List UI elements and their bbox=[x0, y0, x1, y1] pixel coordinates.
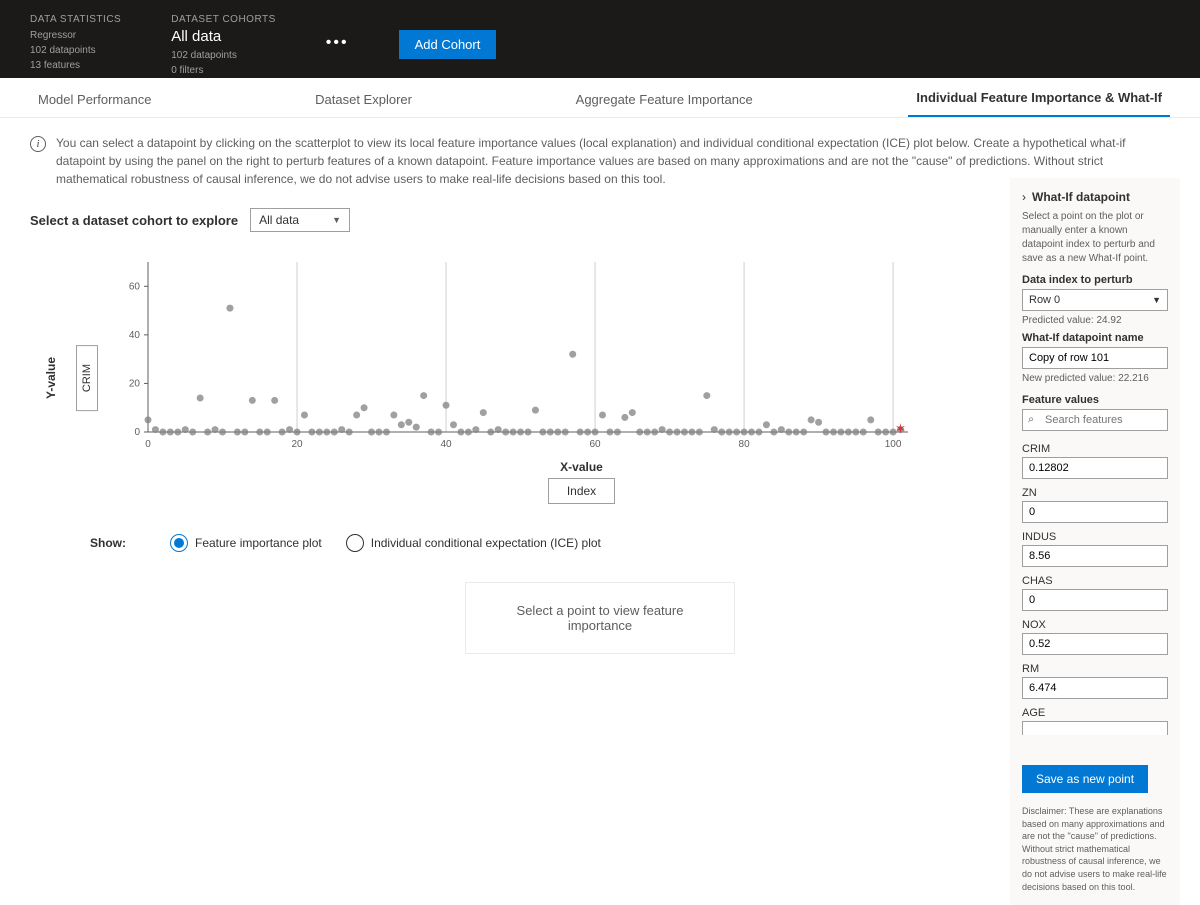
y-axis-selector[interactable]: CRIM bbox=[76, 345, 98, 411]
whatif-desc: Select a point on the plot or manually e… bbox=[1022, 210, 1168, 266]
svg-text:80: 80 bbox=[739, 439, 751, 450]
feature-input-age[interactable] bbox=[1022, 721, 1168, 735]
feature-label: RM bbox=[1022, 663, 1168, 675]
cohorts-line: 0 filters bbox=[171, 63, 276, 78]
cohorts-line: 102 datapoints bbox=[171, 48, 276, 63]
svg-text:20: 20 bbox=[129, 378, 141, 389]
chevron-down-icon: ▼ bbox=[1152, 295, 1161, 305]
show-row: Show: Feature importance plot Individual… bbox=[90, 534, 1170, 552]
y-axis-label: Y-value bbox=[44, 357, 58, 399]
radio-label: Feature importance plot bbox=[195, 536, 322, 550]
feature-input-zn[interactable] bbox=[1022, 501, 1168, 523]
add-cohort-button[interactable]: Add Cohort bbox=[399, 30, 497, 59]
search-icon: ⌕ bbox=[1028, 414, 1034, 427]
radio-circle-icon bbox=[346, 534, 364, 552]
stats-line: 102 datapoints bbox=[30, 43, 121, 58]
feature-list: CRIM ZN INDUS CHAS NOX RM AGE bbox=[1022, 435, 1168, 735]
feature-input-nox[interactable] bbox=[1022, 633, 1168, 655]
cohorts-main: All data bbox=[171, 28, 276, 45]
feature-search-input[interactable] bbox=[1022, 409, 1168, 431]
svg-text:40: 40 bbox=[129, 330, 141, 341]
feature-label: CRIM bbox=[1022, 443, 1168, 455]
feature-input-rm[interactable] bbox=[1022, 677, 1168, 699]
feature-label: INDUS bbox=[1022, 531, 1168, 543]
index-dropdown[interactable]: Row 0 ▼ bbox=[1022, 289, 1168, 311]
cohort-select-dropdown[interactable]: All data ▼ bbox=[250, 208, 350, 232]
plot-area: Y-value CRIM 0 20 40 60 80 100 0 20 40 60 ✶ X-valu… bbox=[30, 252, 1170, 504]
whatif-panel-toggle[interactable]: › What-If datapoint bbox=[1022, 190, 1168, 204]
tab-individual-importance[interactable]: Individual Feature Importance & What-If bbox=[908, 90, 1170, 117]
placeholder-message: Select a point to view feature importanc… bbox=[465, 582, 735, 654]
feature-input-indus[interactable] bbox=[1022, 545, 1168, 567]
svg-text:0: 0 bbox=[134, 427, 140, 438]
show-label: Show: bbox=[90, 536, 126, 550]
feature-label: CHAS bbox=[1022, 575, 1168, 587]
feature-label: AGE bbox=[1022, 707, 1168, 719]
name-label: What-If datapoint name bbox=[1022, 332, 1168, 344]
radio-label: Individual conditional expectation (ICE)… bbox=[371, 536, 601, 550]
header-bar: DATA STATISTICS Regressor 102 datapoints… bbox=[0, 0, 1200, 78]
svg-text:20: 20 bbox=[291, 439, 303, 450]
cohort-select-value: All data bbox=[259, 213, 299, 227]
info-text: You can select a datapoint by clicking o… bbox=[56, 134, 1170, 188]
svg-text:✶: ✶ bbox=[895, 421, 907, 437]
new-predicted-value-line: New predicted value: 22.216 bbox=[1022, 373, 1168, 384]
info-icon: i bbox=[30, 136, 46, 152]
svg-text:60: 60 bbox=[590, 439, 602, 450]
svg-text:0: 0 bbox=[145, 439, 151, 450]
scatter-chart[interactable]: 0 20 40 60 80 100 0 20 40 60 ✶ bbox=[118, 252, 1045, 452]
stats-line: Regressor bbox=[30, 28, 121, 43]
stats-line: 13 features bbox=[30, 58, 121, 73]
feature-input-crim[interactable] bbox=[1022, 457, 1168, 479]
save-as-new-point-button[interactable]: Save as new point bbox=[1022, 765, 1148, 793]
radio-ice-plot[interactable]: Individual conditional expectation (ICE)… bbox=[346, 534, 601, 552]
radio-feature-importance[interactable]: Feature importance plot bbox=[170, 534, 322, 552]
info-row: i You can select a datapoint by clicking… bbox=[30, 134, 1170, 188]
x-axis-label: X-value bbox=[118, 460, 1045, 474]
index-label: Data index to perturb bbox=[1022, 274, 1168, 286]
svg-text:40: 40 bbox=[441, 439, 453, 450]
predicted-value-line: Predicted value: 24.92 bbox=[1022, 315, 1168, 326]
cohort-select-label: Select a dataset cohort to explore bbox=[30, 213, 238, 228]
whatif-title: What-If datapoint bbox=[1032, 190, 1130, 204]
feature-label: ZN bbox=[1022, 487, 1168, 499]
dataset-cohorts: DATASET COHORTS All data 102 datapoints … bbox=[171, 14, 276, 78]
radio-circle-icon bbox=[170, 534, 188, 552]
cohorts-title: DATASET COHORTS bbox=[171, 14, 276, 25]
feature-input-chas[interactable] bbox=[1022, 589, 1168, 611]
feature-label: NOX bbox=[1022, 619, 1168, 631]
tab-model-performance[interactable]: Model Performance bbox=[30, 92, 159, 117]
svg-text:100: 100 bbox=[885, 439, 902, 450]
tab-bar: Model Performance Dataset Explorer Aggre… bbox=[0, 78, 1200, 118]
x-axis-selector[interactable]: Index bbox=[548, 478, 615, 504]
index-value: Row 0 bbox=[1029, 294, 1060, 306]
stats-title: DATA STATISTICS bbox=[30, 14, 121, 25]
cohort-select-row: Select a dataset cohort to explore All d… bbox=[30, 208, 1170, 232]
whatif-panel: › What-If datapoint Select a point on th… bbox=[1010, 178, 1180, 905]
whatif-name-input[interactable] bbox=[1022, 347, 1168, 369]
chevron-down-icon: ▼ bbox=[332, 215, 341, 225]
tab-aggregate-importance[interactable]: Aggregate Feature Importance bbox=[568, 92, 761, 117]
data-statistics: DATA STATISTICS Regressor 102 datapoints… bbox=[30, 14, 121, 73]
feature-values-label: Feature values bbox=[1022, 394, 1168, 406]
tab-dataset-explorer[interactable]: Dataset Explorer bbox=[307, 92, 420, 117]
chevron-right-icon: › bbox=[1022, 190, 1026, 204]
more-dots-icon[interactable]: ••• bbox=[326, 34, 349, 52]
whatif-disclaimer: Disclaimer: These are explanations based… bbox=[1022, 805, 1168, 893]
svg-text:60: 60 bbox=[129, 281, 141, 292]
